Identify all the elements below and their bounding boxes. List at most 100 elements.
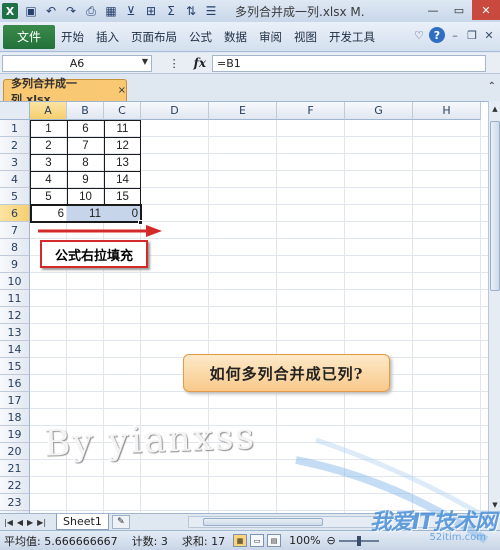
ribbon-tabs: 文件 开始 插入 页面布局 公式 数据 审阅 视图 开发工具 ♡ ? – ❐ ✕	[0, 22, 500, 52]
layout-icon[interactable]: ▦	[102, 2, 120, 20]
tab-file[interactable]: 文件	[3, 24, 55, 49]
undo-icon[interactable]: ↶	[42, 2, 60, 20]
column-header-e[interactable]: E	[209, 102, 277, 120]
name-box[interactable]: A6 ▼	[2, 54, 152, 72]
column-header-g[interactable]: G	[345, 102, 413, 120]
column-header-f[interactable]: F	[277, 102, 345, 120]
row-header-7[interactable]: 7	[0, 222, 30, 239]
cell-b1[interactable]: 6	[67, 120, 104, 137]
insert-function-icon[interactable]: fx	[194, 56, 206, 70]
row-header-10[interactable]: 10	[0, 273, 30, 290]
chevron-down-icon[interactable]: ▼	[142, 57, 148, 66]
filter-icon[interactable]: ⊻	[122, 2, 140, 20]
cell-b5[interactable]: 10	[67, 188, 104, 205]
workbook-close-icon[interactable]: ×	[118, 85, 126, 96]
minimize-icon[interactable]: —	[420, 0, 446, 20]
cell-a1[interactable]: 1	[30, 120, 67, 137]
align-icon[interactable]: ☰	[202, 2, 220, 20]
row-header-6[interactable]: 6	[0, 205, 30, 222]
cell-c1[interactable]: 11	[104, 120, 141, 137]
redo-icon[interactable]: ↷	[62, 2, 80, 20]
tab-review[interactable]: 审阅	[253, 29, 288, 45]
first-sheet-icon[interactable]: |◀	[4, 518, 13, 527]
save-icon[interactable]: ▣	[22, 2, 40, 20]
cell-b3[interactable]: 8	[67, 154, 104, 171]
tab-data[interactable]: 数据	[218, 29, 253, 45]
last-sheet-icon[interactable]: ▶|	[37, 518, 46, 527]
tab-view[interactable]: 视图	[288, 29, 323, 45]
scroll-up-icon[interactable]: ▲	[490, 103, 500, 115]
row-header-2[interactable]: 2	[0, 137, 30, 154]
cell-a3[interactable]: 3	[30, 154, 67, 171]
row-header-13[interactable]: 13	[0, 324, 30, 341]
expand-formula-bar-icon[interactable]: ⌃	[488, 81, 496, 92]
formula-bar: A6 ▼ ⋮ fx =B1	[0, 53, 500, 74]
row-header-21[interactable]: 21	[0, 460, 30, 477]
minimize-workbook-icon[interactable]: –	[448, 28, 462, 42]
cell-a4[interactable]: 4	[30, 171, 67, 188]
row-header-22[interactable]: 22	[0, 477, 30, 494]
row-header-14[interactable]: 14	[0, 341, 30, 358]
row-header-5[interactable]: 5	[0, 188, 30, 205]
cell-a5[interactable]: 5	[30, 188, 67, 205]
row-header-18[interactable]: 18	[0, 409, 30, 426]
tab-page-layout[interactable]: 页面布局	[125, 29, 183, 45]
cell-b4[interactable]: 9	[67, 171, 104, 188]
select-all-corner[interactable]	[0, 102, 30, 120]
tab-developer[interactable]: 开发工具	[323, 29, 381, 45]
cell-c4[interactable]: 14	[104, 171, 141, 188]
sort-icon[interactable]: ⇅	[182, 2, 200, 20]
excel-icon[interactable]: X	[2, 3, 18, 19]
tab-home[interactable]: 开始	[55, 29, 90, 45]
page-break-view-icon[interactable]: ▤	[267, 534, 282, 547]
row-header-23[interactable]: 23	[0, 494, 30, 511]
close-workbook-icon[interactable]: ✕	[482, 28, 496, 42]
tab-formulas[interactable]: 公式	[183, 29, 218, 45]
workbook-tab[interactable]: 多列合并成一列.xlsx ×	[3, 77, 127, 106]
gridline-horizontal	[30, 340, 488, 341]
column-header-h[interactable]: H	[413, 102, 481, 120]
cell-a2[interactable]: 2	[30, 137, 67, 154]
row-header-4[interactable]: 4	[0, 171, 30, 188]
cell-b2[interactable]: 7	[67, 137, 104, 154]
sheet-tab-sheet1[interactable]: Sheet1	[56, 514, 109, 530]
row-header-3[interactable]: 3	[0, 154, 30, 171]
column-header-c[interactable]: C	[104, 102, 141, 120]
row-header-9[interactable]: 9	[0, 256, 30, 273]
collapse-ribbon-icon[interactable]: ♡	[412, 28, 426, 42]
row-header-1[interactable]: 1	[0, 120, 30, 137]
cell-c3[interactable]: 13	[104, 154, 141, 171]
row-header-11[interactable]: 11	[0, 290, 30, 307]
row-header-16[interactable]: 16	[0, 375, 30, 392]
close-icon[interactable]: ✕	[472, 0, 500, 20]
column-header-d[interactable]: D	[141, 102, 209, 120]
row-header-17[interactable]: 17	[0, 392, 30, 409]
workbook-tab-strip: 多列合并成一列.xlsx × ⌃	[0, 75, 500, 106]
cell-c2[interactable]: 12	[104, 137, 141, 154]
column-header-b[interactable]: B	[67, 102, 104, 120]
sheet-nav-buttons: |◀ ◀ ▶ ▶|	[0, 518, 46, 527]
row-header-19[interactable]: 19	[0, 426, 30, 443]
row-header-20[interactable]: 20	[0, 443, 30, 460]
borders-icon[interactable]: ⊞	[142, 2, 160, 20]
autosum-icon[interactable]: Σ	[162, 2, 180, 20]
print-preview-icon[interactable]: ⎙	[82, 2, 100, 20]
column-header-a[interactable]: A	[30, 102, 67, 120]
row-header-15[interactable]: 15	[0, 358, 30, 375]
page-layout-view-icon[interactable]: ▭	[250, 534, 265, 547]
restore-workbook-icon[interactable]: ❐	[465, 28, 479, 42]
gridline-horizontal	[30, 289, 488, 290]
formula-input[interactable]: =B1	[212, 54, 486, 72]
row-header-12[interactable]: 12	[0, 307, 30, 324]
tab-insert[interactable]: 插入	[90, 29, 125, 45]
insert-sheet-icon[interactable]: ✎	[111, 515, 130, 529]
row-header-8[interactable]: 8	[0, 239, 30, 256]
cell-c5[interactable]: 15	[104, 188, 141, 205]
next-sheet-icon[interactable]: ▶	[27, 518, 33, 527]
maximize-icon[interactable]: ▭	[446, 0, 472, 20]
prev-sheet-icon[interactable]: ◀	[17, 518, 23, 527]
ribbon-controls: ♡ ? – ❐ ✕	[412, 27, 496, 43]
vertical-scroll-thumb[interactable]	[490, 121, 500, 291]
help-icon[interactable]: ?	[429, 27, 445, 43]
normal-view-icon[interactable]: ▦	[233, 534, 248, 547]
